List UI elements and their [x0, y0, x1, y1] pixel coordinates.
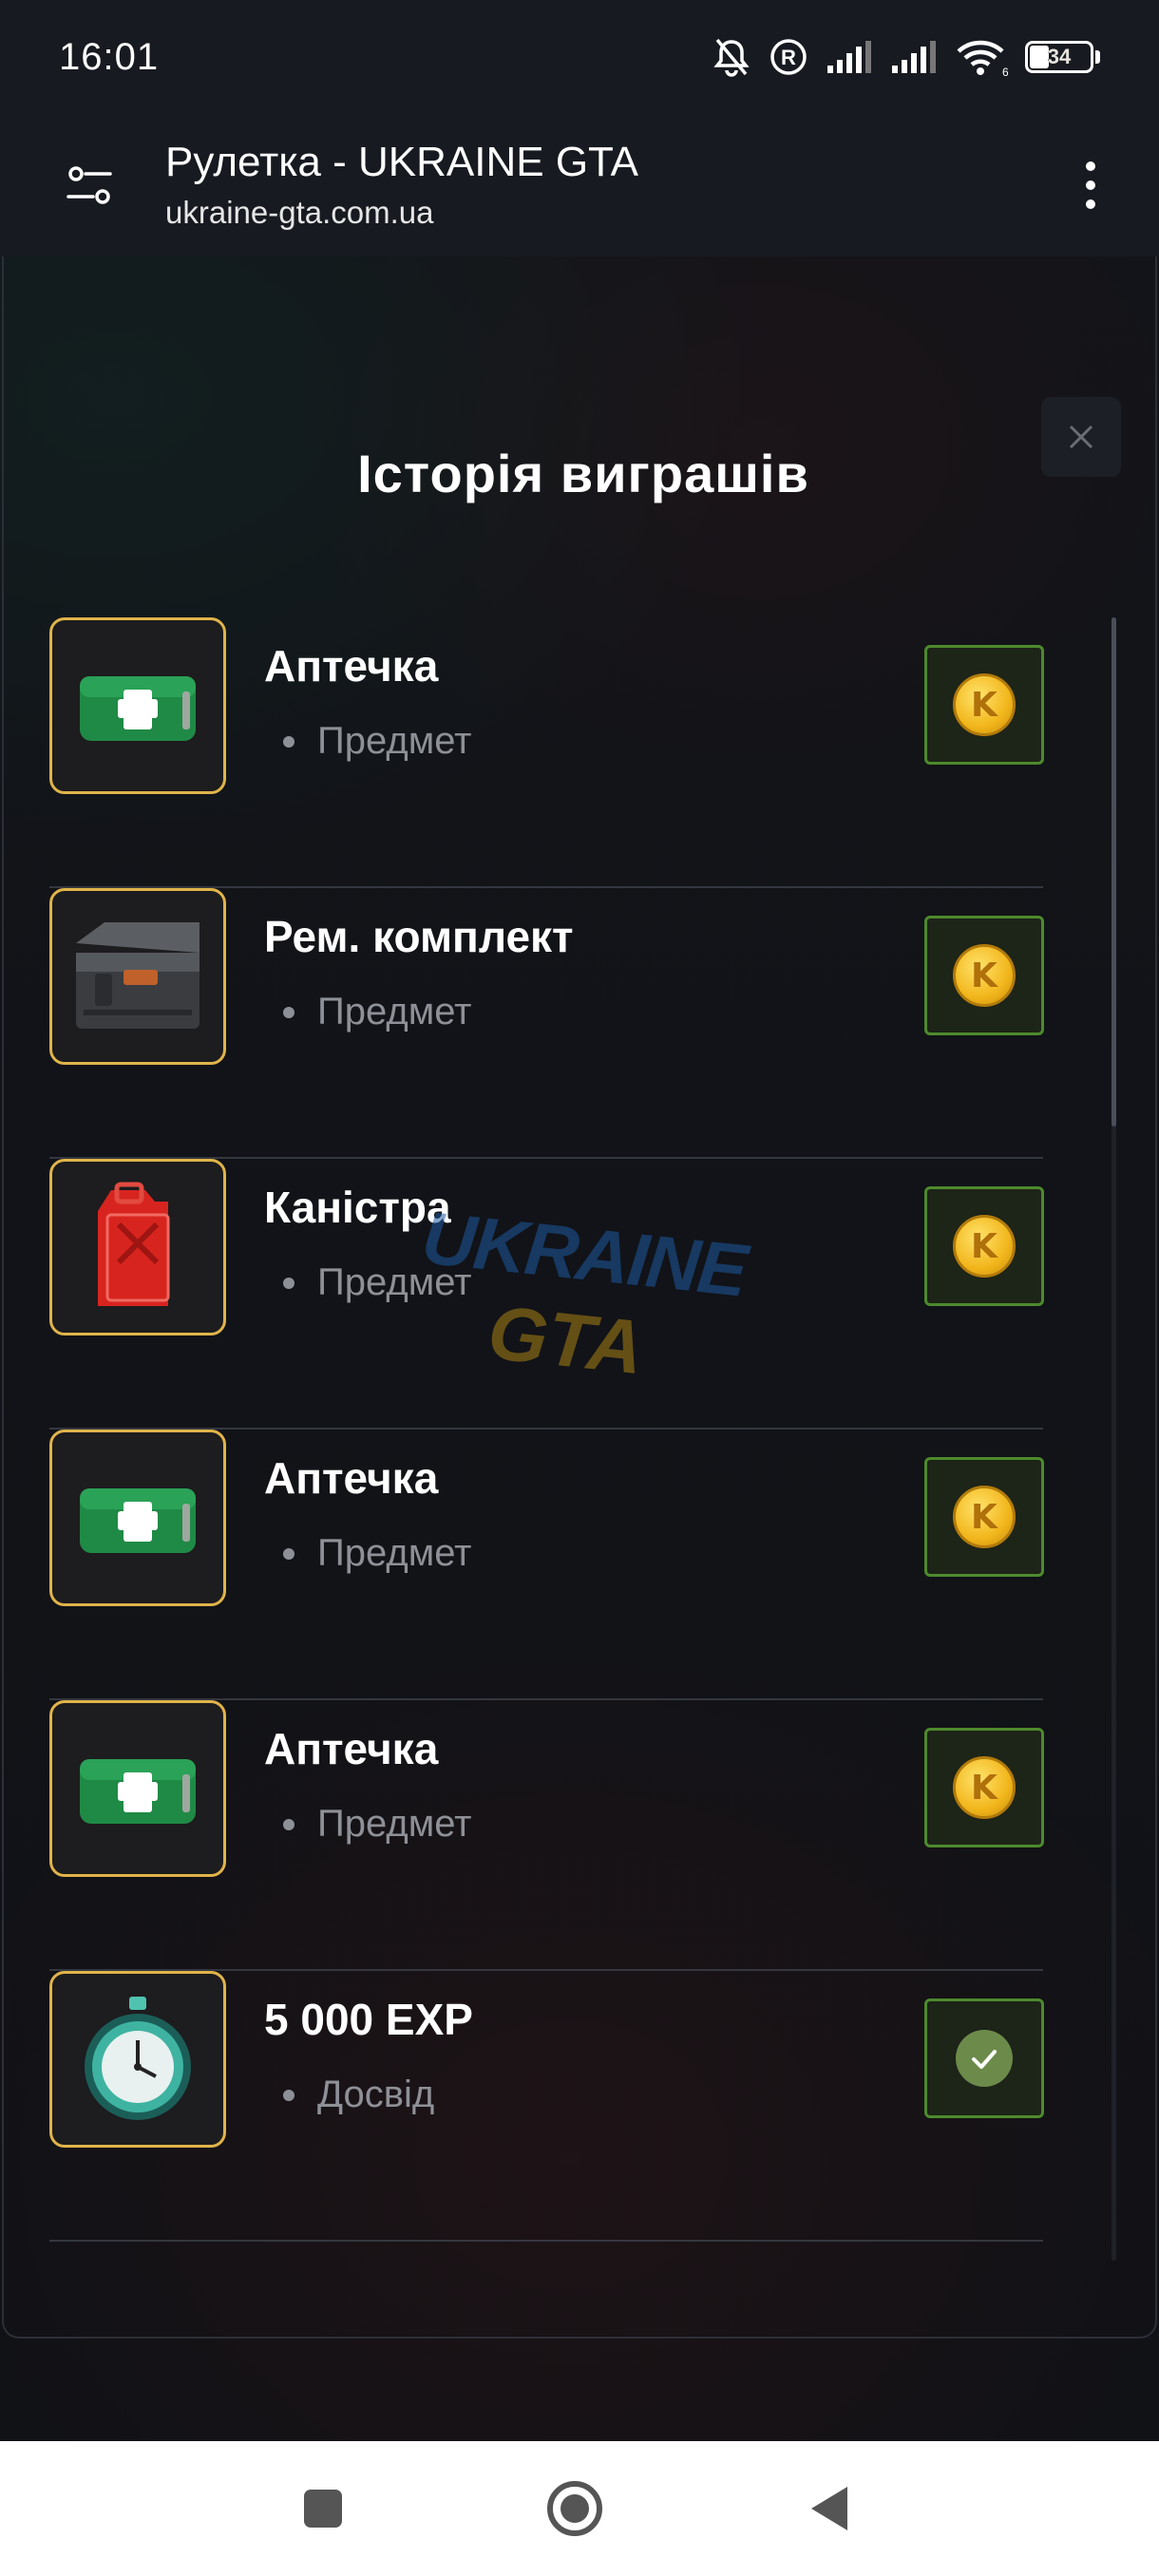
coin-icon: K — [953, 1756, 1016, 1819]
convert-coin-button[interactable]: K — [924, 1728, 1044, 1847]
item-type: Предмет — [317, 1532, 472, 1574]
win-history-modal: Історія виграшів Аптечка Предмет K Рем. … — [2, 256, 1157, 2339]
history-item: Рем. комплект Предмет K — [49, 888, 1044, 1159]
convert-coin-button[interactable]: K — [924, 916, 1044, 1035]
item-image-repair-kit — [49, 888, 226, 1065]
item-type: Предмет — [317, 1803, 472, 1845]
svg-text:R: R — [781, 46, 796, 69]
item-type: Предмет — [317, 991, 472, 1032]
more-vert-icon[interactable] — [1072, 152, 1110, 218]
modal-title: Історія виграшів — [357, 444, 809, 503]
item-image-first-aid-kit — [49, 1430, 226, 1606]
item-name: Аптечка — [264, 1453, 439, 1503]
item-image-stopwatch — [49, 1971, 226, 2148]
history-item: Каністра Предмет K — [49, 1159, 1044, 1430]
item-type: Предмет — [317, 720, 472, 762]
coin-icon: K — [953, 673, 1016, 736]
item-name: Аптечка — [264, 1724, 439, 1773]
item-name: Рем. комплект — [264, 912, 574, 961]
system-nav-bar — [0, 2441, 1159, 2576]
browser-toolbar: Рулетка - UKRAINE GTA ukraine-gta.com.ua — [0, 114, 1159, 256]
history-item-partial — [49, 2242, 1043, 2261]
signal-icon — [827, 41, 871, 73]
item-type: Предмет — [317, 1261, 472, 1303]
back-button[interactable] — [796, 2475, 863, 2542]
recent-apps-button[interactable] — [290, 2475, 356, 2542]
item-image-first-aid-kit — [49, 1700, 226, 1877]
item-image-first-aid-kit — [49, 617, 226, 794]
item-name: Каністра — [264, 1183, 451, 1232]
status-bar: 16:01 R 6 34 — [0, 0, 1159, 114]
item-name: Аптечка — [264, 641, 439, 691]
wifi-icon: 6 — [957, 40, 1008, 76]
convert-coin-button[interactable]: K — [924, 1186, 1044, 1306]
scrollbar-thumb[interactable] — [1112, 617, 1116, 1127]
item-name: 5 000 EXP — [264, 1995, 473, 2044]
item-image-jerrycan — [49, 1159, 226, 1335]
page-url: ukraine-gta.com.ua — [165, 195, 434, 230]
browser-titles[interactable]: Рулетка - UKRAINE GTA ukraine-gta.com.ua — [165, 137, 1072, 234]
wifi-label: 6 — [1002, 66, 1008, 76]
tune-icon[interactable] — [63, 159, 116, 212]
convert-coin-button[interactable]: K — [924, 645, 1044, 765]
convert-coin-button[interactable]: K — [924, 1457, 1044, 1577]
claimed-status — [924, 1998, 1044, 2118]
history-list[interactable]: Аптечка Предмет K Рем. комплект Предмет … — [49, 617, 1113, 2261]
scrollbar[interactable] — [1112, 617, 1116, 2261]
bell-off-icon — [713, 38, 750, 77]
back-icon — [811, 2487, 847, 2530]
check-icon — [956, 2030, 1013, 2087]
home-icon — [547, 2481, 602, 2536]
history-item: Аптечка Предмет K — [49, 617, 1044, 888]
history-item: Аптечка Предмет K — [49, 1430, 1044, 1700]
web-content: Історія виграшів Аптечка Предмет K Рем. … — [0, 256, 1159, 2441]
history-item: 5 000 EXP Досвід — [49, 1971, 1044, 2242]
signal-icon — [892, 41, 936, 73]
item-type: Досвід — [317, 2074, 435, 2115]
recent-apps-icon — [304, 2490, 342, 2528]
status-time: 16:01 — [59, 35, 160, 78]
status-icons: R 6 34 — [712, 36, 1100, 78]
battery-level: 34 — [1047, 45, 1072, 68]
battery-icon: 34 — [1025, 41, 1100, 73]
page-title: Рулетка - UKRAINE GTA — [165, 139, 639, 185]
registered-icon: R — [770, 39, 807, 75]
history-item: Аптечка Предмет K — [49, 1700, 1044, 1971]
coin-icon: K — [953, 1486, 1016, 1548]
home-button[interactable] — [542, 2475, 608, 2542]
coin-icon: K — [953, 944, 1016, 1007]
coin-icon: K — [953, 1215, 1016, 1278]
